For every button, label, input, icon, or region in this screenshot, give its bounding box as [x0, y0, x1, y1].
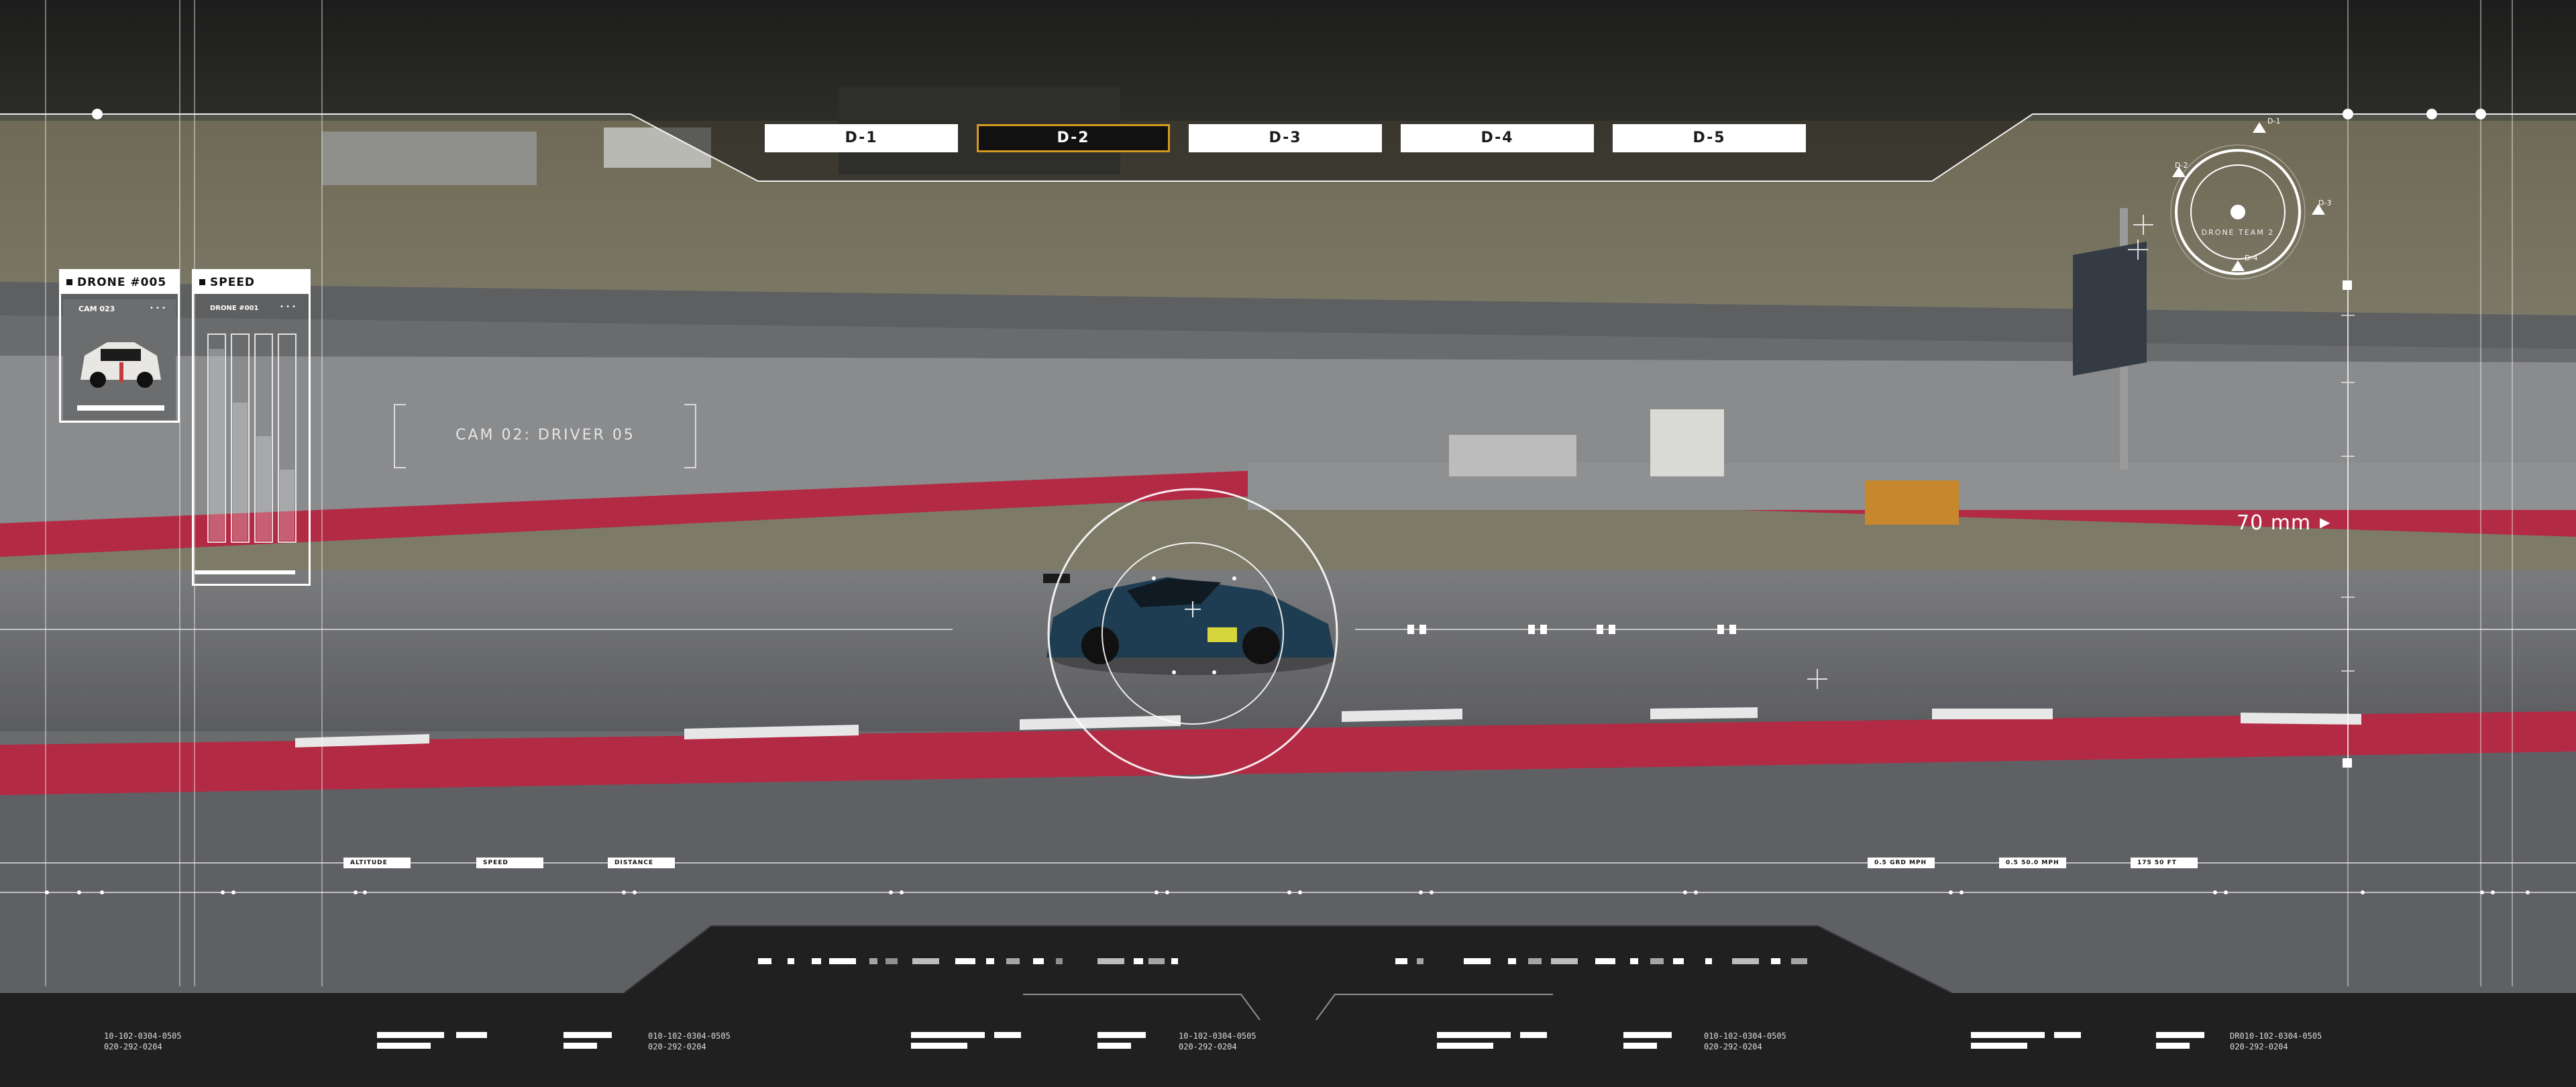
radar-marker-d3: D-3 — [2318, 199, 2332, 207]
drone-cam-label: CAM 023 — [78, 305, 115, 313]
hud-frame — [0, 0, 2576, 1087]
tag-altitude: ALTITUDE — [343, 858, 411, 868]
footer-bar — [1097, 1032, 1146, 1038]
tag-distance: DISTANCE — [608, 858, 675, 868]
footer-bar — [377, 1032, 444, 1038]
tab-d-1[interactable]: D-1 — [765, 124, 958, 152]
speed-panel[interactable]: SPEED DRONE #001 • • • — [192, 269, 311, 586]
footer-bar — [1437, 1043, 1493, 1049]
footer-bar — [377, 1043, 431, 1049]
camera-caption: CAM 02: DRIVER 05 — [455, 427, 635, 444]
footer-code-4: 010-102-0304-0505 020-292-0204 — [1704, 1031, 1786, 1051]
tag-right-3: 175 50 FT — [2131, 858, 2198, 868]
drone-panel-title: DRONE #005 — [61, 271, 178, 294]
footer-code-2: 010-102-0304-0505 020-292-0204 — [648, 1031, 731, 1051]
speed-panel-title: SPEED — [194, 271, 309, 294]
footer-bar — [1097, 1043, 1131, 1049]
footer-bar — [1623, 1032, 1672, 1038]
footer-bar — [1623, 1043, 1657, 1049]
footer-bar — [564, 1043, 597, 1049]
radar-marker-d2: D-2 — [2175, 161, 2188, 170]
footer-code-5: DR010-102-0304-0505 020-292-0204 — [2230, 1031, 2322, 1051]
footer-bar — [911, 1032, 985, 1038]
footer-bar — [1971, 1043, 2027, 1049]
footer-bar — [1437, 1032, 1511, 1038]
speed-panel-dots: • • • — [280, 303, 297, 311]
tag-speed: SPEED — [476, 858, 543, 868]
footer-code-1: 10-102-0304-0505 020-292-0204 — [104, 1031, 182, 1051]
footer-bar — [1520, 1032, 1547, 1038]
footer-bar — [2156, 1043, 2190, 1049]
tag-right-2: 0.5 50.0 MPH — [1999, 858, 2066, 868]
footer-bar — [2054, 1032, 2081, 1038]
radar-marker-d4: D-4 — [2245, 254, 2258, 262]
tag-right-1: 0.5 GRD MPH — [1868, 858, 1935, 868]
footer-bar — [456, 1032, 487, 1038]
lens-play-icon[interactable]: ▶ — [2320, 514, 2330, 530]
footer-code-3: 10-102-0304-0505 020-292-0204 — [1179, 1031, 1256, 1051]
lens-focal-readout: 70 mm — [2237, 511, 2312, 535]
footer-bar — [911, 1043, 967, 1049]
tab-d-4[interactable]: D-4 — [1401, 124, 1594, 152]
footer-bar — [994, 1032, 1021, 1038]
footer-bar — [2156, 1032, 2204, 1038]
tab-d-2[interactable]: D-2 — [977, 124, 1170, 152]
radar-team-label: DRONE TEAM 2 — [2201, 228, 2275, 237]
drone-panel-dots: • • • — [150, 305, 166, 312]
track-scene — [0, 0, 2576, 1087]
tab-d-3[interactable]: D-3 — [1189, 124, 1382, 152]
radar-marker-d1: D-1 — [2267, 117, 2281, 125]
footer-bar — [1971, 1032, 2045, 1038]
drone-camera-panel[interactable]: DRONE #005 CAM 023 • • • — [59, 269, 180, 423]
tab-d-5[interactable]: D-5 — [1613, 124, 1806, 152]
speed-panel-sublabel: DRONE #001 — [210, 305, 259, 312]
footer-bar — [564, 1032, 612, 1038]
footer-dashboard: 10-102-0304-0505 020-292-0204 010-102-030… — [0, 993, 2576, 1087]
